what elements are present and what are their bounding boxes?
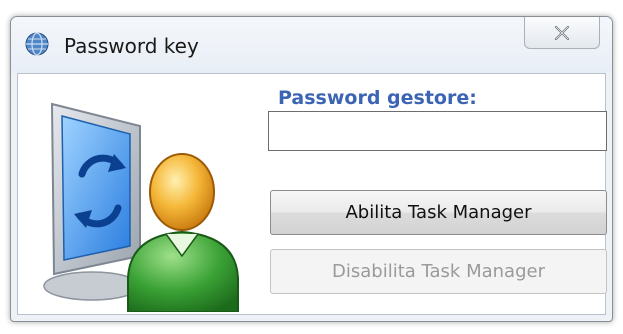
- close-button[interactable]: [524, 17, 600, 49]
- close-x-icon: [554, 25, 570, 40]
- enable-task-manager-button[interactable]: Abilita Task Manager: [270, 190, 607, 235]
- password-label: Password gestore:: [278, 87, 477, 109]
- window-title: Password key: [64, 34, 199, 58]
- disable-task-manager-button[interactable]: Disabilita Task Manager: [270, 249, 607, 294]
- monitor-user-refresh-icon: [43, 102, 239, 312]
- password-input[interactable]: [268, 111, 607, 151]
- password-key-window: Password key Password gestore: Abilita T…: [10, 16, 613, 322]
- app-globe-icon: [25, 32, 49, 56]
- dialog-body: Password gestore: Abilita Task Manager D…: [17, 73, 607, 315]
- title-bar[interactable]: Password key: [11, 17, 612, 73]
